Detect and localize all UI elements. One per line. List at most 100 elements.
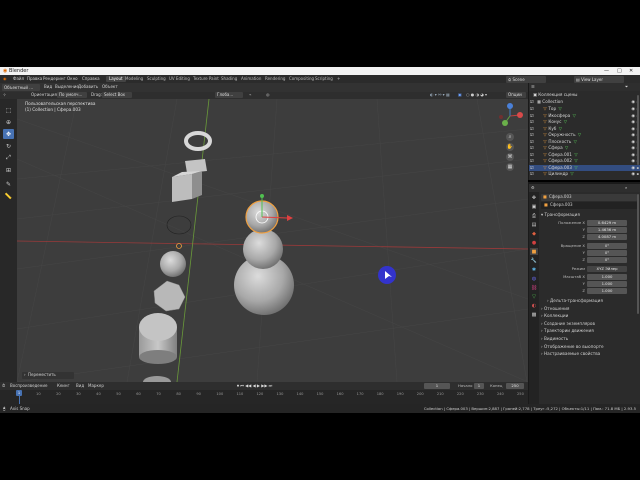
camera-icon[interactable]: ▪ [637, 171, 639, 178]
perspective-toggle-icon[interactable]: ▦ [506, 163, 514, 171]
cylinder-object[interactable] [139, 313, 177, 364]
scene-tab-icon[interactable]: ◆ [530, 230, 538, 237]
snap-icon[interactable]: ⌁ [249, 92, 251, 98]
tool-tab-icon[interactable]: ✥ [530, 194, 538, 201]
camera-view-icon[interactable]: ⌘ [506, 153, 514, 161]
timeline-track[interactable]: 0102030405060708090100110120130140150160… [0, 390, 528, 404]
navigation-gizmo[interactable] [497, 103, 523, 129]
select-box-tool-icon[interactable]: ⬚ [3, 105, 14, 115]
torus-object[interactable] [184, 131, 212, 151]
outliner-editor-icon[interactable]: ☰ [531, 84, 535, 90]
playback-controls-icons[interactable]: ⏺ ⏮ ◀◀ ◀ ▶ ▶▶ ⏭ [237, 383, 272, 389]
pan-hand-icon[interactable]: ✋ [506, 143, 514, 151]
tab-animation[interactable]: Animation [238, 76, 264, 82]
output-tab-icon[interactable]: ⎙ [530, 212, 538, 219]
outliner-row[interactable]: ☑ ▽ Цилиндр ▽ ◉ ▪ [529, 171, 640, 178]
overlay-icons[interactable]: ◐ ▾ ⚯ ▾ ▦ [430, 92, 450, 98]
pivot-dropdown[interactable]: Глоба... [215, 92, 243, 98]
transform-tool-icon[interactable]: ⊞ [3, 165, 14, 175]
scale-x-field[interactable]: 1.000 [587, 274, 627, 280]
scale-tool-icon[interactable]: ⤢ [3, 153, 14, 163]
property-section-header[interactable]: › Траектории движения [541, 328, 594, 334]
rotate-tool-icon[interactable]: ↻ [3, 141, 14, 151]
physics-tab-icon[interactable]: ◍ [530, 275, 538, 282]
menu-timeline-view[interactable]: Вид [76, 383, 84, 389]
menu-add[interactable]: Добавить [78, 84, 98, 90]
zoom-icon[interactable]: ⌕ [506, 133, 514, 141]
property-section-header[interactable]: › Видимость [541, 336, 568, 342]
sphere-object[interactable] [160, 251, 186, 277]
eye-icon[interactable]: ◉ [631, 171, 635, 178]
menu-object[interactable]: Объект [102, 84, 118, 90]
particles-tab-icon[interactable]: ✱ [530, 266, 538, 273]
mode-selector[interactable]: Объектный ... [2, 84, 40, 91]
scale-z-field[interactable]: 1.000 [587, 288, 627, 294]
scale-y-field[interactable]: 1.000 [587, 281, 627, 287]
rotation-z-field[interactable]: 0° [587, 257, 627, 263]
filter-icon[interactable]: ⏷ [625, 84, 628, 90]
rotation-mode-dropdown[interactable]: XYZ Эйлер [587, 266, 627, 272]
menu-marker[interactable]: Маркер [88, 383, 104, 389]
location-z-field[interactable]: 4.0087 m [587, 234, 627, 240]
move-tool-button[interactable]: ✥ [3, 129, 14, 139]
properties-editor-icon[interactable]: ⚙ [531, 185, 535, 191]
material-tab-icon[interactable]: ◐ [530, 302, 538, 309]
texture-tab-icon[interactable]: ▩ [530, 311, 538, 318]
rotation-x-field[interactable]: 0° [587, 243, 627, 249]
menu-view[interactable]: Вид [44, 84, 52, 90]
menu-select[interactable]: Выделение [55, 84, 79, 90]
menu-help[interactable]: Справка [82, 76, 100, 82]
property-section-header[interactable]: › Коллекции [541, 313, 568, 319]
close-button[interactable]: ✕ [629, 68, 633, 74]
search-icon[interactable]: ⌕ [625, 185, 627, 191]
rotation-y-field[interactable]: 0° [587, 250, 627, 256]
location-y-field[interactable]: 1.4636 m [587, 227, 627, 233]
view-layer-selector[interactable]: ▤ View Layer [574, 76, 624, 83]
render-tab-icon[interactable]: ▣ [530, 203, 538, 210]
constraints-tab-icon[interactable]: ⛓ [530, 284, 538, 291]
minimize-button[interactable]: — [604, 68, 609, 74]
checkbox-icon[interactable]: ☑ [530, 171, 534, 178]
eye-icon[interactable]: ◉ [631, 99, 635, 106]
timeline-editor-icon[interactable]: ⏱ [2, 383, 5, 389]
menu-window[interactable]: Окно [67, 76, 78, 82]
maximize-button[interactable]: □ [617, 68, 622, 74]
property-section-header[interactable]: › Настраиваемые свойства [541, 351, 600, 357]
property-section-header[interactable]: › Дельта-трансформация [547, 298, 603, 304]
view-layer-tab-icon[interactable]: ▤ [530, 221, 538, 228]
checkbox-icon[interactable]: ☑ [530, 99, 534, 106]
annotate-tool-icon[interactable]: ✎ [3, 179, 14, 189]
tab-sculpting[interactable]: Sculpting [144, 76, 169, 82]
menu-keying[interactable]: Кеинг [57, 383, 70, 389]
tab-shading[interactable]: Shading [218, 76, 240, 82]
orientation-dropdown[interactable]: По умолч... [57, 92, 87, 98]
property-section-header[interactable]: › Создание экземпляров [541, 321, 595, 327]
proportional-edit-icon[interactable]: ◎ [266, 92, 270, 98]
3d-viewport[interactable]: Пользовательская перспектива (1) Collect… [17, 99, 528, 382]
property-section-header[interactable]: › Отображение во вьюпорте [541, 344, 604, 350]
menu-edit[interactable]: Правка [27, 76, 42, 82]
transform-panel-header[interactable]: ▾ Трансформация [541, 212, 580, 218]
tab-uv-editing[interactable]: UV Editing [166, 76, 193, 82]
scene-collection-row[interactable]: ▣ Коллекция сцены [529, 92, 640, 99]
last-operator-panel[interactable]: › Переместить [22, 372, 74, 379]
menu-file[interactable]: Файл [13, 76, 24, 82]
properties-scrollbar[interactable] [637, 194, 639, 314]
shading-mode-icons[interactable]: ○ ● ◑ ◕ ▾ [466, 92, 487, 98]
options-dropdown[interactable]: Опции [506, 92, 526, 98]
world-tab-icon[interactable]: ● [530, 239, 538, 246]
cube-object[interactable] [172, 159, 207, 202]
blender-menu-icon[interactable]: ◉ [3, 76, 7, 82]
outliner-scrollbar[interactable] [637, 95, 639, 165]
xray-icon[interactable]: ▣ [458, 92, 462, 98]
cursor-tool-icon[interactable]: ⊕ [3, 117, 14, 127]
sphere-002-object[interactable] [243, 229, 283, 269]
current-frame-field[interactable]: 1 [424, 383, 450, 389]
tab-scripting[interactable]: Scripting [312, 76, 336, 82]
add-workspace-button[interactable]: + [334, 76, 343, 82]
scene-selector[interactable]: ⛭ Scene [506, 76, 546, 83]
collection-row[interactable]: ☑▦ Collection◉▪ [529, 99, 640, 106]
location-x-field[interactable]: 0.6429 m [587, 220, 627, 226]
menu-playback[interactable]: Воспроизведение [10, 383, 47, 389]
object-tab-icon[interactable]: ■ [530, 248, 538, 255]
